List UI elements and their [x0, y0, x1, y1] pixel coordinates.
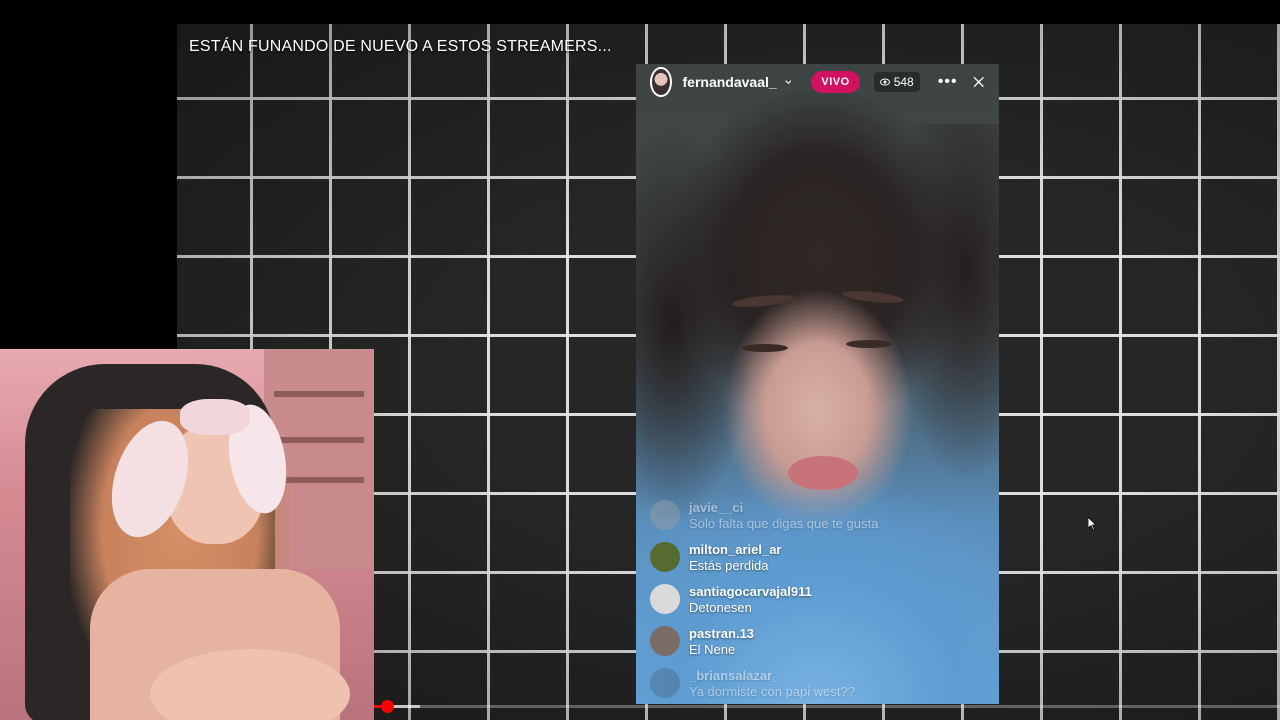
instagram-live-view: fernandavaal_ VIVO 548 ••• javie__ci Sol…	[636, 64, 999, 704]
comment-user: _briansalazar_	[689, 668, 780, 683]
comment: _briansalazar_ Ya dormiste con papi west…	[650, 668, 980, 704]
comment: santiagocarvajal911 Detonesen	[650, 584, 980, 626]
comment-user: javie__ci	[689, 500, 744, 515]
streamer-eye-left	[742, 344, 788, 352]
comment-user: milton_ariel_ar	[689, 542, 782, 557]
comment-message: El Nene	[689, 642, 736, 657]
comment: javie__ci Solo falta que digas que te gu…	[650, 500, 980, 542]
comment-avatar	[650, 542, 680, 572]
comment-avatar	[650, 500, 680, 530]
video-title: ESTÁN FUNANDO DE NUEVO A ESTOS STREAMERS…	[189, 38, 612, 55]
comment-message: Solo falta que digas que te gusta	[689, 516, 879, 531]
comment-message: Ya dormiste con papi west??	[689, 684, 855, 699]
eye-icon	[879, 78, 890, 86]
comment-avatar	[650, 584, 680, 614]
live-header: fernandavaal_ VIVO 548 •••	[636, 64, 999, 100]
progress-bar[interactable]	[374, 705, 1280, 708]
viewer-count: 548	[893, 75, 914, 89]
video-player[interactable]: ESTÁN FUNANDO DE NUEVO A ESTOS STREAMERS…	[0, 0, 1280, 720]
live-comments: javie__ci Solo falta que digas que te gu…	[650, 500, 980, 704]
close-icon[interactable]	[972, 72, 985, 92]
webcam-shelf	[274, 391, 364, 397]
live-badge: VIVO	[811, 71, 860, 93]
comment-user: pastran.13	[689, 626, 755, 641]
comment-message: Estás perdida	[689, 558, 769, 573]
comment-avatar	[650, 668, 680, 698]
streamer-hair-right	[889, 124, 999, 484]
live-username[interactable]: fernandavaal_	[683, 74, 777, 90]
progress-scrubber[interactable]	[381, 700, 394, 713]
mouse-cursor-icon	[1088, 517, 1097, 531]
comment-user: santiagocarvajal911	[689, 584, 812, 599]
streamer-lips	[788, 456, 858, 490]
comment: pastran.13 El Nene	[650, 626, 980, 668]
more-icon[interactable]: •••	[938, 73, 958, 91]
chevron-down-icon[interactable]	[784, 77, 792, 87]
streamer-eye-right	[846, 340, 892, 348]
webcam-overlay	[0, 349, 374, 720]
comment-message: Detonesen	[689, 600, 752, 615]
live-avatar[interactable]	[650, 67, 672, 97]
viewer-count-badge: 548	[873, 72, 920, 92]
comment: milton_ariel_ar Estás perdida	[650, 542, 980, 584]
comment-avatar	[650, 626, 680, 656]
hair-bow	[180, 399, 250, 435]
